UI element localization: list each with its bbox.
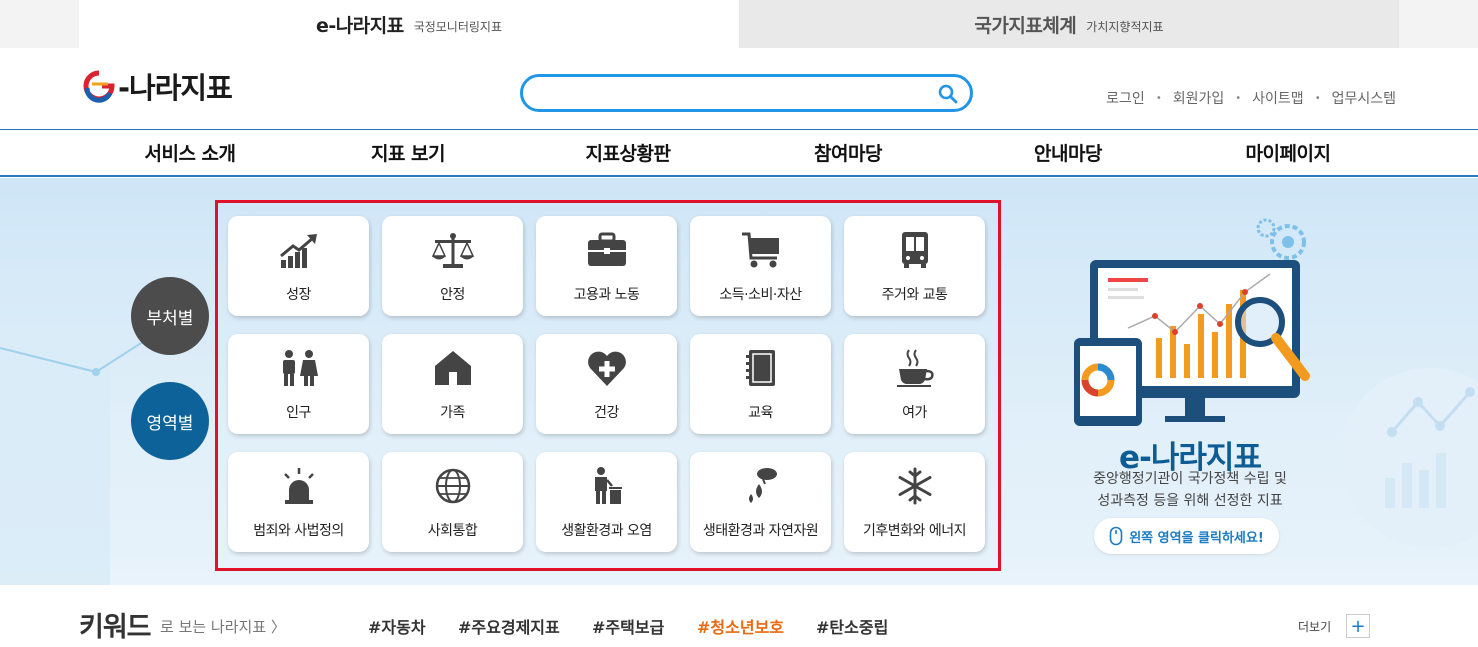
- nav-item-view-indicators[interactable]: 지표 보기: [328, 131, 488, 177]
- nav-item-guide[interactable]: 안내마당: [988, 131, 1148, 177]
- work-system-link[interactable]: 업무시스템: [1332, 88, 1396, 108]
- category-climate-energy[interactable]: 기후변화와 에너지: [844, 452, 985, 552]
- heart-plus-icon: [587, 351, 626, 386]
- category-label: 여가: [902, 405, 927, 421]
- tab-main-label: e-나라지표: [315, 14, 404, 37]
- category-education[interactable]: 교육: [690, 334, 831, 434]
- category-housing-transport[interactable]: 주거와 교통: [844, 216, 985, 316]
- category-population[interactable]: 인구: [228, 334, 369, 434]
- utility-links: 로그인 • 회원가입 • 사이트맵 • 업무시스템: [1106, 88, 1396, 108]
- promo-description: 중앙행정기관이 국가정책 수립 및 성과측정 등을 위해 선정한 지표: [1040, 468, 1340, 512]
- promo-button-label: 왼쪽 영역을 클릭하세요!: [1129, 530, 1264, 546]
- bus-icon: [901, 232, 928, 268]
- logo-e-mark-icon: [83, 70, 115, 103]
- growth-chart-icon: [279, 234, 317, 268]
- sitemap-link[interactable]: 사이트맵: [1252, 88, 1304, 108]
- nav-item-mypage[interactable]: 마이페이지: [1208, 131, 1368, 177]
- coffee-cup-icon: [896, 349, 934, 387]
- main-visual-area: 부처별 영역별 성장 안정 고용과 노동 소득·소비·자산 주거와 교통 인구 …: [0, 178, 1478, 585]
- category-health[interactable]: 건강: [536, 334, 677, 434]
- more-link[interactable]: 더보기: [1298, 618, 1331, 635]
- logo-text: -나라지표: [118, 71, 233, 105]
- category-social-integration[interactable]: 사회통합: [382, 452, 523, 552]
- keyword-tag[interactable]: #탄소중립: [816, 614, 888, 638]
- promo-description-line: 중앙행정기관이 국가정책 수립 및: [1093, 471, 1287, 487]
- category-label: 고용과 노동: [573, 287, 640, 303]
- category-leisure[interactable]: 여가: [844, 334, 985, 434]
- siren-icon: [283, 468, 314, 504]
- search-icon[interactable]: [938, 84, 958, 104]
- tab-sub-label: 국정모니터링지표: [413, 19, 503, 34]
- category-label: 인구: [286, 405, 311, 421]
- separator-dot: •: [1235, 92, 1242, 104]
- nav-item-dashboard[interactable]: 지표상황판: [548, 131, 708, 177]
- site-logo[interactable]: -나라지표: [82, 68, 233, 105]
- house-icon: [434, 351, 471, 385]
- promo-click-hint-button[interactable]: 왼쪽 영역을 클릭하세요!: [1094, 518, 1279, 554]
- category-income-consumption-assets[interactable]: 소득·소비·자산: [690, 216, 831, 316]
- by-ministry-button[interactable]: 부처별: [131, 277, 209, 355]
- separator-dot: •: [1155, 92, 1162, 104]
- category-label: 기후변화와 에너지: [863, 523, 967, 539]
- keyword-tag[interactable]: #자동차: [368, 614, 426, 638]
- water-drop-icon: [748, 468, 777, 503]
- category-label: 성장: [286, 287, 311, 303]
- by-area-button[interactable]: 영역별: [131, 382, 209, 460]
- category-employment-labor[interactable]: 고용과 노동: [536, 216, 677, 316]
- tab-e-nara-jipyo[interactable]: e-나라지표 국정모니터링지표: [79, 0, 739, 48]
- keyword-subtitle-link[interactable]: 로 보는 나라지표 〉: [160, 616, 286, 637]
- more-plus-button[interactable]: +: [1346, 614, 1370, 638]
- notebook-icon: [745, 350, 775, 386]
- keyword-title: 키워드: [79, 612, 152, 643]
- category-crime-justice[interactable]: 범죄와 사법정의: [228, 452, 369, 552]
- signup-link[interactable]: 회원가입: [1173, 88, 1225, 108]
- tab-main-label: 국가지표체계: [974, 14, 1077, 37]
- category-living-environment-pollution[interactable]: 생활환경과 오염: [536, 452, 677, 552]
- promo-description-line: 성과측정 등을 위해 선정한 지표: [1097, 493, 1283, 509]
- category-label: 범죄와 사법정의: [253, 523, 344, 539]
- separator-dot: •: [1314, 92, 1321, 104]
- trash-person-icon: [594, 467, 622, 504]
- category-label: 안정: [440, 287, 465, 303]
- tab-national-indicator-system[interactable]: 국가지표체계 가치지향적지표: [739, 0, 1399, 48]
- scale-icon: [431, 233, 474, 268]
- category-label: 건강: [594, 405, 619, 421]
- category-label: 주거와 교통: [881, 287, 948, 303]
- cart-icon: [741, 232, 779, 268]
- login-link[interactable]: 로그인: [1106, 88, 1145, 108]
- category-label: 생태환경과 자연자원: [702, 523, 819, 539]
- category-stability[interactable]: 안정: [382, 216, 523, 316]
- nav-item-service-intro[interactable]: 서비스 소개: [110, 131, 270, 177]
- mouse-icon: [1109, 526, 1123, 546]
- category-label: 소득·소비·자산: [719, 287, 802, 303]
- category-family[interactable]: 가족: [382, 334, 523, 434]
- site-header: -나라지표 로그인 • 회원가입 • 사이트맵 • 업무시스템: [0, 48, 1478, 130]
- globe-icon: [435, 468, 470, 504]
- snowflake-icon: [898, 467, 931, 505]
- promo-illustration: [1074, 218, 1310, 426]
- keyword-tag-highlighted[interactable]: #청소년보호: [697, 614, 784, 638]
- category-grid: 성장 안정 고용과 노동 소득·소비·자산 주거와 교통 인구 가족 건강 교육…: [215, 200, 1001, 571]
- tab-sub-label: 가치지향적지표: [1086, 19, 1164, 34]
- category-growth[interactable]: 성장: [228, 216, 369, 316]
- category-label: 생활환경과 오염: [561, 523, 652, 539]
- main-navigation: 서비스 소개 지표 보기 지표상황판 참여마당 안내마당 마이페이지: [0, 131, 1478, 177]
- top-tab-bar: e-나라지표 국정모니터링지표 국가지표체계 가치지향적지표: [0, 0, 1478, 48]
- category-label: 교육: [748, 405, 773, 421]
- keyword-tag[interactable]: #주요경제지표: [458, 614, 560, 638]
- search-input[interactable]: [541, 83, 931, 105]
- search-box: [520, 74, 973, 112]
- people-icon: [282, 350, 318, 386]
- category-label: 가족: [440, 405, 465, 421]
- keyword-tag[interactable]: #주택보급: [592, 614, 664, 638]
- briefcase-icon: [587, 232, 626, 266]
- category-ecology-natural-resources[interactable]: 생태환경과 자연자원: [690, 452, 831, 552]
- nav-item-participation[interactable]: 참여마당: [768, 131, 928, 177]
- keyword-section: 키워드 로 보는 나라지표 〉 #자동차 #주요경제지표 #주택보급 #청소년보…: [0, 585, 1478, 647]
- category-label: 사회통합: [427, 523, 478, 539]
